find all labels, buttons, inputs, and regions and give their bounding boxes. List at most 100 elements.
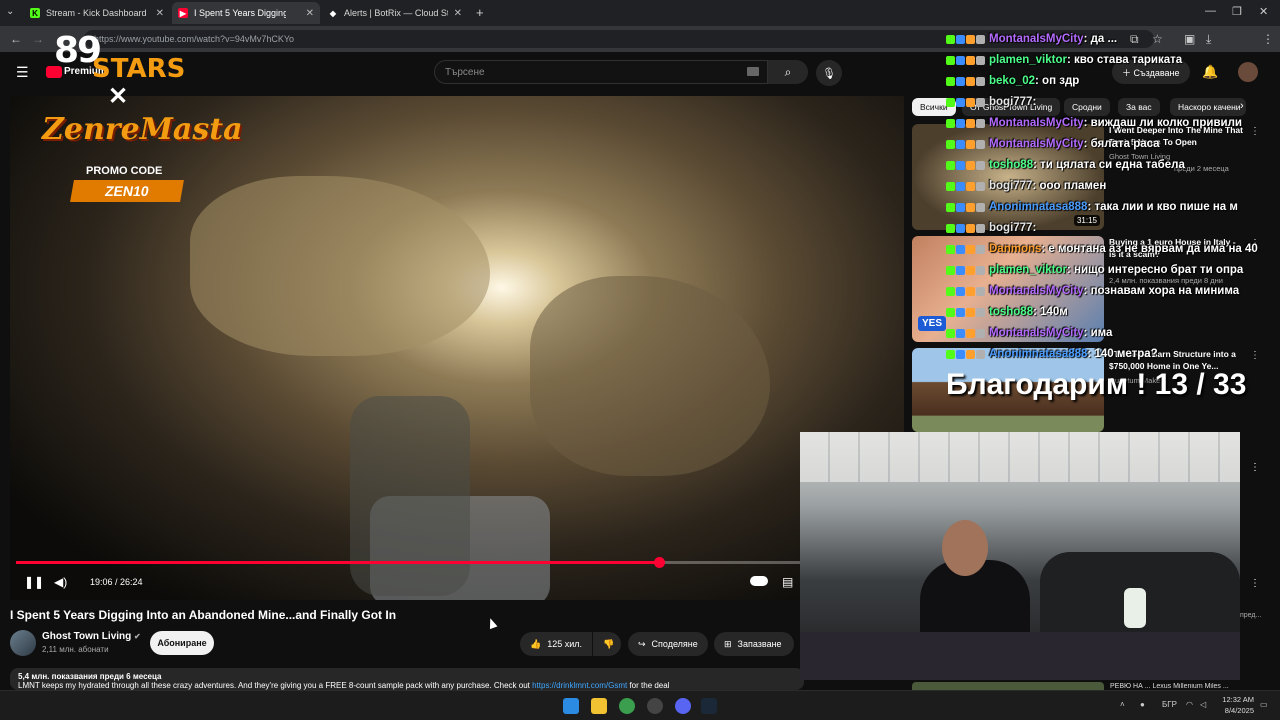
subscribe-button[interactable]: Абониране [150,631,214,655]
tab-view-icon[interactable]: ▣ [1184,32,1195,46]
file-explorer-icon[interactable] [591,698,607,714]
chat-message: Anonimnatasa888 : така лии и кво пише на… [946,198,1238,216]
promo-label: PROMO CODE [86,165,163,177]
video-progress-bar[interactable] [16,557,800,568]
brand-logo-stars: STARS [92,54,186,84]
chat-text: : е монтана аз не вярвам да има на 40 [1041,243,1258,255]
channel-name[interactable]: Ghost Town Living ✔ [42,631,141,642]
like-count: 125 хил. [547,639,583,649]
kebab-icon[interactable]: ⋮ [1250,126,1260,137]
star-icon[interactable]: ☆ [1152,32,1163,46]
badge-icon [946,139,955,149]
chat-username: plamen_viktor [989,54,1067,66]
subtitles-icon[interactable]: ▤ [782,575,793,589]
new-tab-button[interactable]: + [476,5,484,20]
kebab-icon[interactable]: ⋮ [1250,462,1260,473]
chat-badges [946,118,985,128]
video-progress-fill [16,561,659,564]
chat-text: : така лии и кво пише на м [1087,201,1238,213]
back-icon[interactable]: ← [10,32,22,46]
view-stats: 5,4 млн. показвания преди 6 месеца [18,672,162,681]
chat-badges [946,139,985,149]
forward-icon[interactable]: → [32,32,44,46]
video-description[interactable]: 5,4 млн. показвания преди 6 месеца LMNT … [10,668,804,690]
badge-icon [946,76,955,86]
close-icon[interactable]: ✕ [454,8,462,19]
wifi-icon[interactable]: ◠ [1186,700,1193,709]
subscriber-count: 2,11 млн. абонати [42,645,109,654]
badge-icon [966,286,975,296]
description-link[interactable]: https://drinklmnt.com/Gsmt [532,681,627,690]
sponsor-logo: ZenreMasta [42,112,243,147]
tab-kick-dashboard[interactable]: K Stream - Kick Dashboard ✕ [24,2,170,24]
chat-badges [946,55,985,65]
badge-icon [956,223,965,233]
chevron-right-icon[interactable]: › [1240,100,1244,112]
language-indicator[interactable]: БГР [1162,700,1177,709]
close-window-icon[interactable]: ✕ [1259,5,1268,18]
share-button[interactable]: ↪ Споделяне [628,632,708,656]
rec-side-text: пред... [1240,612,1262,619]
close-icon[interactable]: ✕ [306,8,314,19]
badge-icon [956,349,965,359]
tab-youtube-video[interactable]: ▶ I Spent 5 Years Digging Into ✕ [172,2,320,24]
video-scrubber-handle[interactable] [653,557,665,568]
badge-icon [956,97,965,107]
chat-message: MontanaIsMyCity : да ... [946,30,1117,48]
badge-icon [946,349,955,359]
rec-title-partial[interactable]: РЕВЮ НА ... Lexus Millenium Miles ... [1110,683,1260,690]
pause-icon[interactable]: ❚❚ [24,575,44,589]
minimize-icon[interactable]: — [1205,5,1216,17]
maximize-icon[interactable]: ❐ [1232,5,1242,18]
badge-icon [976,307,985,317]
windows-taskbar [0,690,1280,720]
chat-badges [946,265,985,275]
rec-thumbnail-partial[interactable] [912,682,1104,690]
save-button[interactable]: ⊞ Запазване [714,632,794,656]
tab-botrix-alerts[interactable]: ◆ Alerts | BotRix — Cloud Stream ✕ [322,2,468,24]
search-button[interactable]: ⌕ [768,60,808,84]
badge-icon [966,349,975,359]
autoplay-toggle[interactable] [750,576,768,586]
chat-message: bogi777 : [946,219,1036,237]
notification-icon[interactable]: ▭ [1260,700,1268,709]
chrome-icon[interactable] [619,698,635,714]
discord-icon[interactable] [675,698,691,714]
search-input[interactable]: Търсене [434,60,768,84]
tab-search-icon[interactable]: ⌄ [6,6,14,17]
windows-start-icon[interactable] [563,698,579,714]
badge-icon [976,118,985,128]
like-button[interactable]: 👍 125 хил. [520,632,592,656]
keyboard-icon[interactable] [747,67,759,76]
bell-icon[interactable]: 🔔 [1202,64,1218,80]
badge-icon [976,76,985,86]
kebab-icon[interactable]: ⋮ [1250,578,1260,589]
chat-message: MontanaIsMyCity : има [946,324,1112,342]
menu-icon[interactable]: ☰ [16,64,29,81]
obs-icon[interactable] [647,698,663,714]
tray-app-icon[interactable]: ● [1140,700,1145,709]
dislike-button[interactable]: 👎 [593,632,621,656]
close-icon[interactable]: ✕ [156,8,164,19]
badge-icon [956,307,965,317]
chat-username: beko_02 [989,75,1036,87]
promo-code: ZEN10 [70,180,184,202]
taskbar-clock[interactable]: 12:32 AM 8/4/2025 [1218,694,1254,716]
badge-icon [966,139,975,149]
chat-text: : кво става тариката [1066,54,1183,66]
voice-search-button[interactable]: 🎙 [816,60,842,86]
menu-dots-icon[interactable]: ⋮ [1262,32,1274,46]
extension-icon[interactable]: ⧉ [1130,32,1139,47]
steam-icon[interactable] [701,698,717,714]
kebab-icon[interactable]: ⋮ [1250,350,1260,361]
tray-chevron-icon[interactable]: ˄ [1120,700,1125,709]
account-avatar[interactable] [1238,62,1258,82]
chat-username: plamen_viktor [989,264,1067,276]
chat-message: plamen_viktor : нищо интересно брат ти о… [946,261,1243,279]
mic-icon: 🎙 [822,67,836,80]
download-icon[interactable]: ⤓ [1206,32,1211,47]
channel-avatar[interactable] [10,630,36,656]
badge-icon [966,160,975,170]
speaker-icon[interactable]: ◁ [1200,700,1206,709]
volume-icon[interactable]: ◀) [54,575,67,589]
